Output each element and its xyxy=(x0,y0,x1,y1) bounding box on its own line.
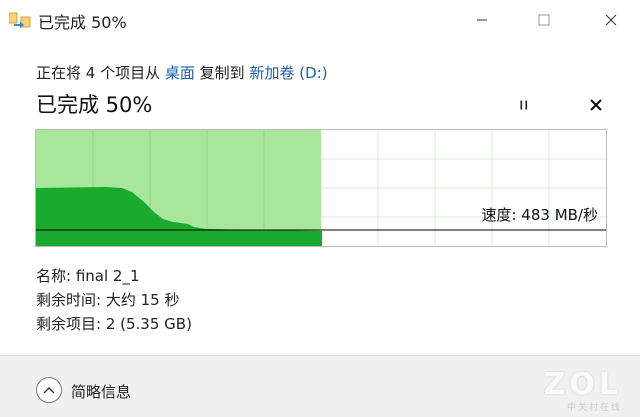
file-name-row: 名称: final 2_1 xyxy=(36,267,140,285)
cancel-button[interactable] xyxy=(584,94,608,116)
items-remaining-row: 剩余项目: 2 (5.35 GB) xyxy=(36,315,192,333)
progress-title: 已完成 50% xyxy=(36,93,153,117)
chevron-up-icon xyxy=(43,387,55,394)
time-remaining-row: 剩余时间: 大约 15 秒 xyxy=(36,291,180,309)
zol-watermark: ZOL 中关村在线 xyxy=(526,367,630,413)
maximize-icon xyxy=(538,14,550,26)
minimize-icon xyxy=(477,19,487,21)
speed-label: 速度: 483 MB/秒 xyxy=(481,206,598,224)
window-title: 已完成 50% xyxy=(38,13,127,32)
watermark-logo: ZOL xyxy=(543,367,622,402)
fewer-details-toggle[interactable] xyxy=(36,377,62,403)
copy-files-icon xyxy=(8,12,31,28)
source-link[interactable]: 桌面 xyxy=(165,64,195,82)
close-icon xyxy=(590,99,602,111)
minimize-button[interactable] xyxy=(459,6,505,34)
pause-icon xyxy=(520,100,528,110)
throughput-graph-canvas xyxy=(36,130,606,246)
copy-status-prefix: 正在将 4 个项目从 xyxy=(36,64,161,82)
throughput-graph: 速度: 483 MB/秒 xyxy=(35,129,607,247)
close-window-button[interactable] xyxy=(588,6,634,34)
title-bar: 已完成 50% xyxy=(0,0,640,40)
pause-button[interactable] xyxy=(512,94,536,116)
destination-link[interactable]: 新加卷 (D:) xyxy=(249,64,327,82)
maximize-button[interactable] xyxy=(521,6,567,34)
fewer-details-label[interactable]: 简略信息 xyxy=(71,381,131,402)
copy-details: 名称: final 2_1 剩余时间: 大约 15 秒 剩余项目: 2 (5.3… xyxy=(36,264,192,336)
copy-status-middle: 复制到 xyxy=(199,64,245,82)
close-icon xyxy=(605,14,617,26)
copy-status-line: 正在将 4 个项目从 桌面 复制到 新加卷 (D:) xyxy=(36,62,328,83)
watermark-subtitle: 中关村在线 xyxy=(566,403,622,413)
